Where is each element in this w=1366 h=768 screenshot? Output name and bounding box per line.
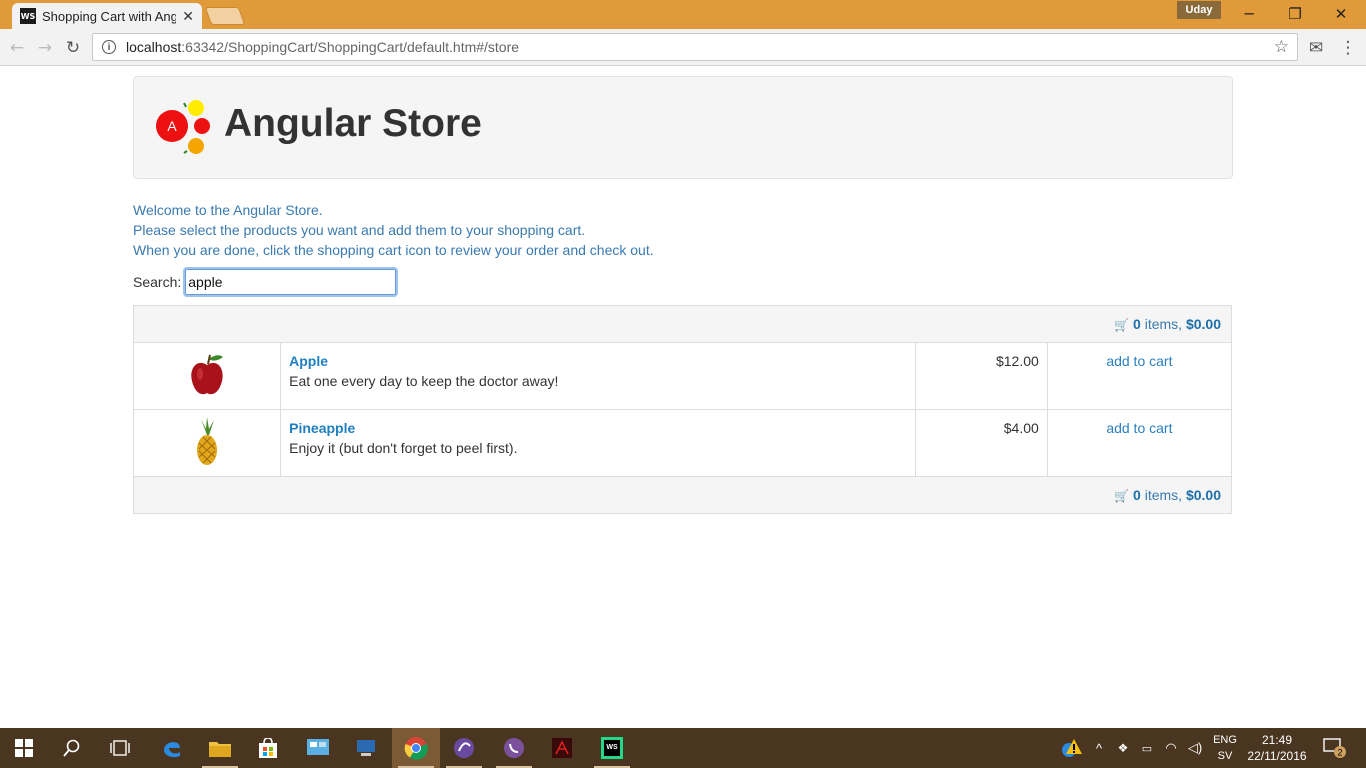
close-tab-icon[interactable]: ✕ — [182, 8, 194, 25]
bookmark-star-icon[interactable]: ☆ — [1274, 37, 1289, 57]
cart-total: $0.00 — [1185, 487, 1221, 503]
control-panel-icon[interactable] — [294, 728, 342, 768]
warning-icon[interactable] — [1056, 728, 1086, 768]
show-hidden-icons-icon[interactable]: ^ — [1090, 728, 1108, 768]
restore-icon[interactable]: ❐ — [1272, 3, 1318, 25]
store-header: A Angular Store — [133, 76, 1233, 179]
search-row: Search: — [133, 267, 399, 297]
back-icon[interactable]: ← — [6, 37, 28, 59]
product-name-link[interactable]: Pineapple — [289, 420, 907, 436]
edge-icon[interactable] — [148, 728, 196, 768]
table-row: Pineapple Enjoy it (but don't forget to … — [132, 409, 1233, 477]
browser-titlebar: WS Shopping Cart with Angu ✕ Uday ─ ❐ ✕ — [0, 0, 1366, 29]
webstorm-favicon-icon: WS — [20, 8, 36, 24]
profile-badge[interactable]: Uday — [1177, 1, 1221, 19]
clock-date: 22/11/2016 — [1247, 749, 1307, 763]
cart-summary-link[interactable]: 🛒 0 items, $0.00 — [1114, 316, 1221, 332]
page-title: Angular Store — [224, 102, 482, 145]
taskbar: WS ^ ❖ ▭ ◠ ◁) ENG SV 21:49 22/11/2016 2 — [0, 728, 1366, 768]
browser-tab[interactable]: WS Shopping Cart with Angu ✕ — [12, 3, 202, 29]
product-description: Enjoy it (but don't forget to peel first… — [289, 440, 518, 456]
url-path: :63342/ShoppingCart/ShoppingCart/default… — [181, 39, 520, 55]
locale-label: SV — [1217, 750, 1233, 762]
task-view-icon[interactable] — [96, 728, 144, 768]
logo-letter: A — [167, 118, 177, 134]
torrent-app-icon[interactable] — [440, 728, 488, 768]
search-input[interactable] — [183, 267, 399, 297]
cart-summary-cell: 🛒 0 items, $0.00 — [133, 476, 1232, 514]
shopping-cart-icon[interactable]: 🛒 — [1114, 318, 1129, 332]
dropbox-icon[interactable]: ❖ — [1114, 728, 1132, 768]
clock-time: 21:49 — [1261, 733, 1293, 747]
cart-items-label: items, — [1140, 487, 1186, 503]
product-description-cell: Pineapple Enjoy it (but don't forget to … — [280, 409, 916, 477]
wifi-icon[interactable]: ◠ — [1162, 728, 1180, 768]
apple-image-icon[interactable] — [187, 352, 227, 398]
add-to-cart-link[interactable]: add to cart — [1106, 420, 1172, 436]
notification-count: 2 — [1337, 748, 1342, 758]
language-indicator[interactable]: ENG SV — [1210, 732, 1240, 764]
webstorm-icon[interactable]: WS — [588, 728, 636, 768]
browser-toolbar: ← → ↻ i localhost:63342/ShoppingCart/Sho… — [0, 29, 1366, 66]
cart-count: 0 — [1133, 316, 1141, 332]
angular-store-logo-icon: A — [156, 100, 210, 154]
language-label: ENG — [1213, 734, 1237, 746]
pdf-reader-icon[interactable] — [538, 728, 586, 768]
product-description: Eat one every day to keep the doctor awa… — [289, 373, 559, 389]
reload-icon[interactable]: ↻ — [62, 37, 84, 59]
url-host: localhost — [126, 39, 182, 55]
close-window-icon[interactable]: ✕ — [1318, 3, 1364, 25]
cart-items-label: items, — [1140, 316, 1186, 332]
store-icon[interactable] — [244, 728, 292, 768]
file-explorer-icon[interactable] — [196, 728, 244, 768]
cart-summary-row: 🛒 0 items, $0.00 — [133, 305, 1232, 343]
chrome-icon[interactable] — [392, 728, 440, 768]
cart-count: 0 — [1133, 487, 1141, 503]
extension-icon[interactable]: ✉ — [1305, 37, 1327, 59]
welcome-line: When you are done, click the shopping ca… — [133, 242, 654, 258]
add-to-cart-link[interactable]: add to cart — [1106, 353, 1172, 369]
volume-icon[interactable]: ◁) — [1186, 728, 1204, 768]
address-bar[interactable]: i localhost:63342/ShoppingCart/ShoppingC… — [92, 33, 1298, 61]
product-price: $4.00 — [914, 409, 1048, 477]
cart-summary-link[interactable]: 🛒 0 items, $0.00 — [1114, 487, 1221, 503]
svg-text:WS: WS — [606, 744, 618, 751]
add-to-cart-cell: add to cart — [1046, 409, 1233, 477]
menu-icon[interactable]: ⋮ — [1337, 37, 1359, 59]
battery-icon[interactable]: ▭ — [1138, 728, 1156, 768]
add-to-cart-cell: add to cart — [1046, 342, 1233, 410]
clock[interactable]: 21:49 22/11/2016 — [1246, 732, 1308, 764]
minimize-icon[interactable]: ─ — [1226, 3, 1272, 25]
cart-total: $0.00 — [1185, 316, 1221, 332]
viber-icon[interactable] — [490, 728, 538, 768]
cart-summary-row: 🛒 0 items, $0.00 — [133, 476, 1232, 514]
info-icon[interactable]: i — [102, 40, 116, 54]
shopping-cart-icon[interactable]: 🛒 — [1114, 489, 1129, 503]
search-icon[interactable] — [48, 728, 96, 768]
welcome-line: Welcome to the Angular Store. — [133, 202, 323, 218]
product-description-cell: Apple Eat one every day to keep the doct… — [280, 342, 916, 410]
desktop-app-icon[interactable] — [342, 728, 390, 768]
product-table: 🛒 0 items, $0.00 Apple Eat one every day … — [132, 305, 1233, 514]
forward-icon[interactable]: → — [34, 37, 56, 59]
product-price: $12.00 — [914, 342, 1048, 410]
pineapple-image-icon[interactable] — [187, 416, 227, 467]
tab-title: Shopping Cart with Angu — [42, 8, 177, 24]
cart-summary-cell: 🛒 0 items, $0.00 — [133, 305, 1232, 343]
search-label: Search: — [133, 274, 182, 290]
welcome-text: Welcome to the Angular Store. Please sel… — [133, 200, 654, 260]
product-image-cell — [132, 409, 282, 477]
windows-start-icon[interactable] — [0, 728, 48, 768]
page-content: A Angular Store Welcome to the Angular S… — [0, 66, 1366, 728]
new-tab-button[interactable] — [204, 7, 246, 25]
product-image-cell — [132, 342, 282, 410]
product-name-link[interactable]: Apple — [289, 353, 907, 369]
table-row: Apple Eat one every day to keep the doct… — [132, 342, 1233, 410]
notification-center-icon[interactable]: 2 — [1318, 728, 1352, 768]
welcome-line: Please select the products you want and … — [133, 222, 586, 238]
